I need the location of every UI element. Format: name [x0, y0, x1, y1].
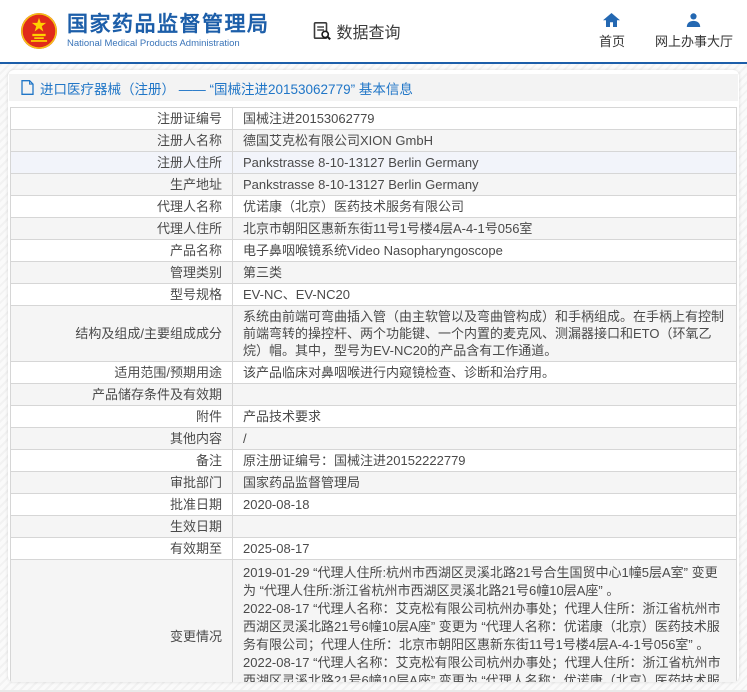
table-row: 代理人住所 北京市朝阳区惠新东街11号1号楼4层A-4-1号056室	[11, 218, 737, 240]
row-value: 2019-01-29 “代理人住所:杭州市西湖区灵溪北路21号合生国贸中心1幢5…	[233, 560, 737, 683]
row-label: 适用范围/预期用途	[11, 362, 233, 384]
table-row: 其他内容 /	[11, 428, 737, 450]
row-label: 管理类别	[11, 262, 233, 284]
row-value	[233, 384, 737, 406]
row-value: 北京市朝阳区惠新东街11号1号楼4层A-4-1号056室	[233, 218, 737, 240]
row-value: 系统由前端可弯曲插入管（由主软管以及弯曲管构成）和手柄组成。在手柄上有控制前端弯…	[233, 306, 737, 362]
row-value: 2025-08-17	[233, 538, 737, 560]
row-label: 批准日期	[11, 494, 233, 516]
page-background: 进口医疗器械（注册） —— “国械注进20153062779” 基本信息 注册证…	[0, 64, 747, 690]
info-table-body: 注册证编号 国械注进20153062779 注册人名称 德国艾克松有限公司XIO…	[11, 108, 737, 683]
row-label: 代理人住所	[11, 218, 233, 240]
row-label: 生效日期	[11, 516, 233, 538]
row-label: 代理人名称	[11, 196, 233, 218]
table-row: 代理人名称 优诺康（北京）医药技术服务有限公司	[11, 196, 737, 218]
nav-home[interactable]: 首页	[599, 13, 625, 50]
row-value: 国家药品监督管理局	[233, 472, 737, 494]
row-label: 注册证编号	[11, 108, 233, 130]
nav-home-label: 首页	[599, 31, 625, 50]
row-label: 有效期至	[11, 538, 233, 560]
row-value: 优诺康（北京）医药技术服务有限公司	[233, 196, 737, 218]
row-label: 注册人住所	[11, 152, 233, 174]
national-emblem-icon	[20, 12, 58, 50]
nav-service-hall[interactable]: 网上办事大厅	[655, 13, 733, 50]
person-icon	[686, 13, 701, 27]
site-header: 国家药品监督管理局 National Medical Products Admi…	[0, 0, 747, 64]
table-row: 产品名称 电子鼻咽喉镜系统Video Nasopharyngoscope	[11, 240, 737, 262]
top-nav: 首页 网上办事大厅	[599, 13, 733, 50]
data-query-menu[interactable]: 数据查询	[312, 19, 401, 43]
row-value: /	[233, 428, 737, 450]
row-label: 产品名称	[11, 240, 233, 262]
table-row: 备注 原注册证编号：国械注进20152222779	[11, 450, 737, 472]
table-row: 结构及组成/主要组成成分 系统由前端可弯曲插入管（由主软管以及弯曲管构成）和手柄…	[11, 306, 737, 362]
row-label: 生产地址	[11, 174, 233, 196]
row-value: 2020-08-18	[233, 494, 737, 516]
row-label: 型号规格	[11, 284, 233, 306]
agency-name-cn: 国家药品监督管理局	[67, 13, 270, 36]
row-value: 产品技术要求	[233, 406, 737, 428]
row-value: 电子鼻咽喉镜系统Video Nasopharyngoscope	[233, 240, 737, 262]
row-label: 结构及组成/主要组成成分	[11, 306, 233, 362]
table-row: 型号规格 EV-NC、EV-NC20	[11, 284, 737, 306]
row-value	[233, 516, 737, 538]
content-panel: 进口医疗器械（注册） —— “国械注进20153062779” 基本信息 注册证…	[8, 70, 739, 682]
row-value: EV-NC、EV-NC20	[233, 284, 737, 306]
row-label: 变更情况	[11, 560, 233, 683]
document-search-icon	[312, 21, 332, 41]
document-icon	[21, 80, 34, 95]
table-row: 管理类别 第三类	[11, 262, 737, 284]
breadcrumb-text: 进口医疗器械（注册） —— “国械注进20153062779” 基本信息	[40, 78, 413, 98]
row-value: 原注册证编号：国械注进20152222779	[233, 450, 737, 472]
row-label: 审批部门	[11, 472, 233, 494]
row-value: Pankstrasse 8-10-13127 Berlin Germany	[233, 152, 737, 174]
row-label: 注册人名称	[11, 130, 233, 152]
table-row: 注册人名称 德国艾克松有限公司XION GmbH	[11, 130, 737, 152]
row-value: 第三类	[233, 262, 737, 284]
breadcrumb: 进口医疗器械（注册） —— “国械注进20153062779” 基本信息	[9, 74, 738, 101]
table-row: 注册证编号 国械注进20153062779	[11, 108, 737, 130]
home-icon	[603, 13, 620, 27]
table-row: 适用范围/预期用途 该产品临床对鼻咽喉进行内窥镜检查、诊断和治疗用。	[11, 362, 737, 384]
table-row: 审批部门 国家药品监督管理局	[11, 472, 737, 494]
agency-name-en: National Medical Products Administration	[67, 39, 270, 49]
row-label: 附件	[11, 406, 233, 428]
row-label: 产品储存条件及有效期	[11, 384, 233, 406]
table-row: 变更情况 2019-01-29 “代理人住所:杭州市西湖区灵溪北路21号合生国贸…	[11, 560, 737, 683]
info-table: 注册证编号 国械注进20153062779 注册人名称 德国艾克松有限公司XIO…	[10, 107, 737, 682]
row-value: 该产品临床对鼻咽喉进行内窥镜检查、诊断和治疗用。	[233, 362, 737, 384]
nav-service-label: 网上办事大厅	[655, 31, 733, 50]
row-value: 国械注进20153062779	[233, 108, 737, 130]
row-value: 德国艾克松有限公司XION GmbH	[233, 130, 737, 152]
table-row: 附件 产品技术要求	[11, 406, 737, 428]
row-value: Pankstrasse 8-10-13127 Berlin Germany	[233, 174, 737, 196]
table-row: 有效期至 2025-08-17	[11, 538, 737, 560]
table-row: 生效日期	[11, 516, 737, 538]
row-label: 其他内容	[11, 428, 233, 450]
table-row: 产品储存条件及有效期	[11, 384, 737, 406]
table-row: 注册人住所 Pankstrasse 8-10-13127 Berlin Germ…	[11, 152, 737, 174]
data-query-label: 数据查询	[337, 19, 401, 43]
row-label: 备注	[11, 450, 233, 472]
agency-logo: 国家药品监督管理局 National Medical Products Admi…	[20, 12, 270, 50]
table-row: 生产地址 Pankstrasse 8-10-13127 Berlin Germa…	[11, 174, 737, 196]
table-row: 批准日期 2020-08-18	[11, 494, 737, 516]
